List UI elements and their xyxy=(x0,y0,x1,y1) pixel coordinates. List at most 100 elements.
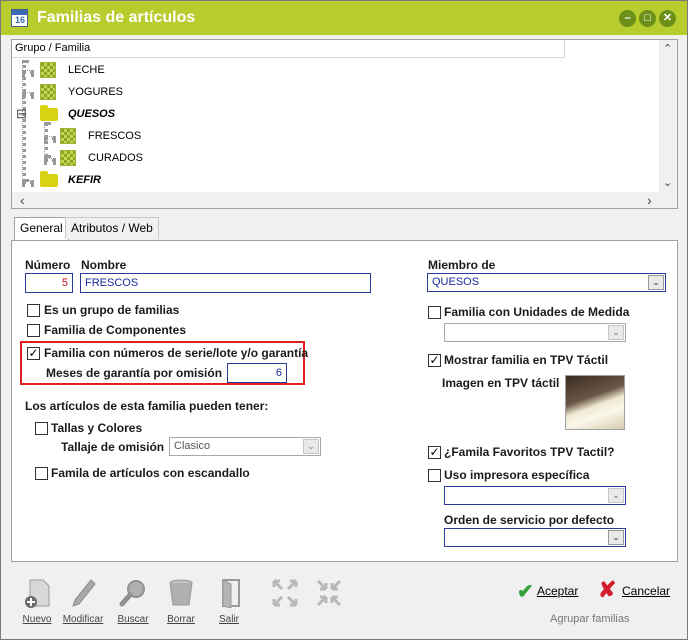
tpv-checkbox[interactable]: ✓ xyxy=(428,354,441,367)
impresora-label: Uso impresora específica xyxy=(444,468,590,482)
family-icon xyxy=(60,150,76,166)
escandallo-label: Famila de artículos con escandallo xyxy=(51,466,250,480)
collapse-button[interactable] xyxy=(307,576,351,628)
scroll-right-icon[interactable]: › xyxy=(647,192,652,208)
nuevo-label: Nuevo xyxy=(22,614,52,625)
expand-icon xyxy=(272,579,298,607)
tallaje-value: Clasico xyxy=(174,440,211,452)
tree-line xyxy=(44,122,48,158)
tree-node-quesos[interactable]: ⊟ QUESOS xyxy=(16,104,186,126)
family-tree[interactable]: Grupo / Familia ⌃ ⌄ ‹ › LECHE YOGURES ⊟ … xyxy=(11,39,678,209)
escandallo-checkbox[interactable] xyxy=(35,467,48,480)
scroll-up-icon[interactable]: ⌃ xyxy=(663,42,672,55)
articulos-heading: Los artículos de esta familia pueden ten… xyxy=(25,399,269,413)
family-icon xyxy=(60,128,76,144)
borrar-label: Borrar xyxy=(167,614,195,625)
search-icon xyxy=(119,580,145,607)
tree-line xyxy=(44,136,56,140)
scroll-down-icon[interactable]: ⌄ xyxy=(663,176,672,189)
app-icon-text: 16 xyxy=(15,15,26,25)
title-bar[interactable]: 16 Familias de artículos – □ ✕ xyxy=(1,1,687,35)
pencil-icon xyxy=(72,579,96,607)
garantia-field[interactable]: 6 xyxy=(227,363,287,383)
check-icon: ✔ xyxy=(517,581,534,603)
tree-node-label: QUESOS xyxy=(68,108,116,120)
tree-node-label: FRESCOS xyxy=(88,130,142,142)
tree-node-label: LECHE xyxy=(68,64,105,76)
collapse-icon[interactable]: ⊟ xyxy=(16,106,27,122)
tab-general[interactable]: General xyxy=(14,217,69,241)
tree-line xyxy=(22,70,34,74)
unidades-checkbox[interactable] xyxy=(428,306,441,319)
numero-field[interactable]: 5 xyxy=(25,273,73,293)
impresora-select[interactable]: ⌄ xyxy=(444,486,626,505)
numero-label: Número xyxy=(25,258,71,272)
buscar-button[interactable]: Buscar xyxy=(111,576,155,628)
tree-line xyxy=(22,92,34,96)
tree-horizontal-scrollbar[interactable]: ‹ › xyxy=(12,192,677,208)
grupo-label: Es un grupo de familias xyxy=(44,303,180,317)
window: 16 Familias de artículos – □ ✕ Grupo / F… xyxy=(0,0,688,640)
trash-icon xyxy=(169,579,193,606)
cancel-x-icon: ✘ xyxy=(598,577,617,602)
tallaje-label: Tallaje de omisión xyxy=(61,440,165,454)
orden-select[interactable]: ⌄ xyxy=(444,528,626,547)
serie-checkbox[interactable]: ✓ xyxy=(27,347,40,360)
miembro-select[interactable]: QUESOS ⌄ xyxy=(427,273,666,292)
app-icon: 16 xyxy=(11,9,28,27)
window-title: Familias de artículos xyxy=(37,9,196,26)
borrar-button[interactable]: Borrar xyxy=(159,576,203,628)
salir-button[interactable]: Salir xyxy=(207,576,251,628)
unidades-select[interactable]: ⌄ xyxy=(444,323,626,342)
scroll-left-icon[interactable]: ‹ xyxy=(20,192,25,208)
aceptar-label: Aceptar xyxy=(537,584,579,598)
chevron-down-icon[interactable]: ⌄ xyxy=(608,488,624,503)
folder-open-icon xyxy=(40,105,58,121)
componentes-checkbox[interactable] xyxy=(27,324,40,337)
chevron-down-icon[interactable]: ⌄ xyxy=(608,325,624,340)
tree-node-frescos[interactable]: FRESCOS xyxy=(58,126,208,148)
tab-atributos-web[interactable]: Atributos / Web xyxy=(65,217,159,239)
tallaje-select[interactable]: Clasico ⌄ xyxy=(169,437,321,456)
nombre-label: Nombre xyxy=(81,258,127,272)
tree-node-label: CURADOS xyxy=(88,152,144,164)
minimize-button[interactable]: – xyxy=(619,10,636,27)
family-icon xyxy=(40,84,56,100)
favoritos-label: ¿Famila Favoritos TPV Tactil? xyxy=(444,445,615,459)
tree-line xyxy=(22,180,34,184)
miembro-value: QUESOS xyxy=(432,276,480,288)
tree-header: Grupo / Familia xyxy=(12,40,565,58)
tree-node-kefir[interactable]: KEFIR xyxy=(38,170,188,192)
folder-icon xyxy=(40,171,58,187)
miembro-label: Miembro de xyxy=(428,258,496,272)
modificar-label: Modificar xyxy=(62,614,104,625)
new-document-icon xyxy=(25,579,50,608)
aceptar-button[interactable]: ✔ Aceptar xyxy=(517,579,587,603)
close-button[interactable]: ✕ xyxy=(659,10,676,27)
agrupar-familias-link[interactable]: Agrupar familias xyxy=(550,613,629,625)
exit-door-icon xyxy=(222,579,240,608)
cancelar-button[interactable]: ✘ Cancelar xyxy=(598,577,674,603)
chevron-down-icon[interactable]: ⌄ xyxy=(648,275,664,290)
cancelar-label: Cancelar xyxy=(622,584,671,598)
imagen-label: Imagen en TPV táctil xyxy=(442,376,560,390)
maximize-button[interactable]: □ xyxy=(639,10,656,27)
impresora-checkbox[interactable] xyxy=(428,469,441,482)
nombre-field[interactable]: FRESCOS xyxy=(80,273,371,293)
tree-header-label: Grupo / Familia xyxy=(15,42,91,54)
tree-node-yogures[interactable]: YOGURES xyxy=(38,82,188,104)
modificar-button[interactable]: Modificar xyxy=(61,576,105,628)
chevron-down-icon[interactable]: ⌄ xyxy=(303,439,319,454)
grupo-checkbox[interactable] xyxy=(27,304,40,317)
tallas-checkbox[interactable] xyxy=(35,422,48,435)
tree-vertical-scrollbar[interactable]: ⌃ ⌄ xyxy=(659,40,677,193)
chevron-down-icon[interactable]: ⌄ xyxy=(608,530,624,545)
tree-node-curados[interactable]: CURADOS xyxy=(58,148,208,170)
nuevo-button[interactable]: Nuevo xyxy=(15,576,59,628)
expand-button[interactable] xyxy=(263,576,307,628)
tree-node-leche[interactable]: LECHE xyxy=(38,60,188,82)
cheese-image[interactable] xyxy=(565,375,625,430)
tallas-label: Tallas y Colores xyxy=(51,421,143,435)
favoritos-checkbox[interactable]: ✓ xyxy=(428,446,441,459)
orden-label: Orden de servicio por defecto xyxy=(444,513,615,527)
